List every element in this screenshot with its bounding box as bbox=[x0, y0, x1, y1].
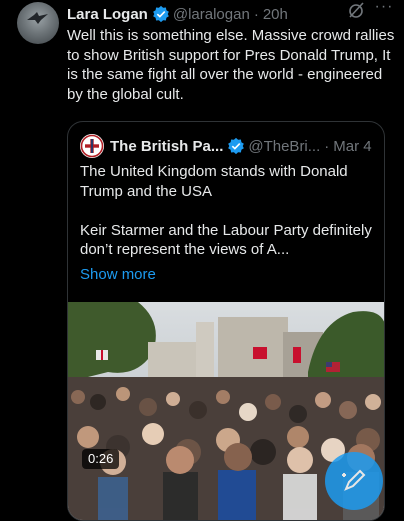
author-handle[interactable]: @laralogan bbox=[173, 6, 250, 23]
quoted-author-handle[interactable]: @TheBri... bbox=[248, 138, 320, 155]
header-separator: · bbox=[253, 5, 259, 23]
quoted-timestamp[interactable]: Mar 4 bbox=[333, 138, 371, 155]
more-options-icon[interactable]: ··· bbox=[374, 0, 394, 18]
show-more-link[interactable]: Show more bbox=[80, 266, 156, 283]
verified-badge-icon bbox=[228, 137, 245, 155]
tweet-text: Well this is something else. Massive cro… bbox=[67, 27, 395, 103]
tweet-header: Lara Logan @laralogan · 20h bbox=[67, 3, 394, 25]
quoted-paragraph-2: Keir Starmer and the Labour Party defini… bbox=[80, 221, 372, 259]
grok-icon[interactable] bbox=[346, 0, 366, 20]
compose-icon bbox=[342, 469, 366, 491]
quoted-avatar-emblem bbox=[80, 134, 104, 158]
tweet-timestamp[interactable]: 20h bbox=[263, 6, 288, 23]
compose-button[interactable] bbox=[325, 452, 383, 510]
quoted-tweet-text: The United Kingdom stands with Donald Tr… bbox=[80, 162, 375, 280]
quoted-header: The British Pa... @TheBri... · Mar 4 bbox=[80, 134, 372, 158]
quoted-header-separator: · bbox=[324, 137, 330, 155]
verified-badge-icon bbox=[153, 5, 169, 23]
author-name[interactable]: Lara Logan bbox=[67, 6, 148, 23]
quoted-author-name[interactable]: The British Pa... bbox=[110, 138, 223, 155]
quoted-paragraph-1: The United Kingdom stands with Donald Tr… bbox=[80, 163, 348, 200]
video-duration: 0:26 bbox=[82, 449, 120, 469]
quoted-avatar bbox=[80, 134, 104, 158]
author-avatar[interactable] bbox=[17, 2, 59, 44]
avatar-image bbox=[27, 12, 48, 24]
